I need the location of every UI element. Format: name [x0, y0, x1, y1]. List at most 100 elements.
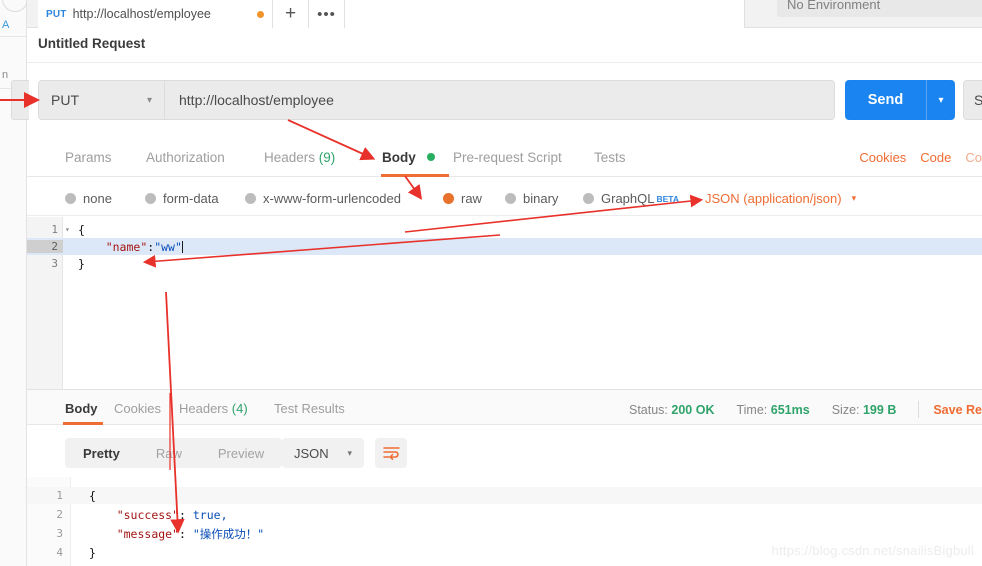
json-value: true,	[192, 507, 228, 522]
content-type-selector[interactable]: JSON (application/json) ▾	[705, 191, 856, 206]
url-bar: PUT ▾ http://localhost/employee	[38, 80, 835, 120]
save-response-button[interactable]: Save Re	[933, 403, 982, 417]
line-code: "name":"ww"	[63, 240, 183, 254]
wrap-lines-icon	[382, 447, 400, 460]
text-cursor	[181, 240, 183, 253]
wrap-lines-button[interactable]	[375, 438, 407, 468]
response-tab-test-results[interactable]: Test Results	[274, 401, 345, 416]
tab-headers[interactable]: Headers (9)	[264, 150, 335, 165]
comments-link[interactable]: Co	[965, 150, 982, 165]
response-section-tabs: Body Cookies Headers (4) Test Results St…	[27, 389, 982, 425]
body-type-binary-label: binary	[523, 191, 559, 206]
tab-params[interactable]: Params	[65, 150, 112, 165]
body-type-graphql[interactable]: GraphQL BETA	[583, 191, 679, 206]
body-type-form-data-label: form-data	[163, 191, 219, 206]
line-number: 4	[56, 546, 63, 559]
response-body-line-3: 3 "message": "操作成功！"	[27, 525, 982, 542]
watermark: https://blog.csdn.net/snailisBigbull	[771, 543, 974, 558]
request-title: Untitled Request	[38, 36, 146, 51]
response-tab-body-active-underline	[63, 422, 103, 425]
content-type-label: JSON (application/json)	[705, 191, 842, 206]
request-tab-put-employee[interactable]: PUT http://localhost/employee	[38, 0, 273, 28]
tab-tests[interactable]: Tests	[594, 150, 626, 165]
body-type-none[interactable]: none	[65, 191, 112, 206]
rail-circle-decoration	[2, 0, 28, 12]
unsaved-changes-dot-icon	[257, 10, 264, 18]
line-code: }	[78, 256, 85, 271]
line-number: 1	[51, 223, 58, 236]
body-type-urlencoded-label: x-www-form-urlencoded	[263, 191, 401, 206]
response-tab-headers[interactable]: Headers (4)	[179, 401, 248, 416]
response-format-selector[interactable]: JSON ▾	[282, 438, 364, 468]
request-body-line-3: 3 }	[27, 255, 982, 272]
send-button-label: Send	[867, 92, 904, 108]
tab-pre-request-script[interactable]: Pre-request Script	[453, 150, 562, 165]
send-options-chevron-down-icon[interactable]: ▾	[927, 95, 955, 106]
request-body-editor[interactable]: 1 ▾ { 2 "name":"ww" 3 }	[27, 217, 982, 389]
postman-window: A n PUT http://localhost/employee + ••• …	[0, 0, 982, 566]
response-toolbar: Pretty Raw Preview JSON ▾	[27, 432, 982, 476]
send-button[interactable]: Send ▾	[845, 80, 955, 120]
save-request-button[interactable]: Save	[963, 80, 982, 120]
size-meta: Size: 199 B	[832, 403, 897, 417]
request-body-line-1: 1 ▾ {	[27, 221, 982, 238]
response-view-mode-group: Pretty Raw Preview	[65, 438, 283, 468]
json-key: "success"	[116, 507, 180, 522]
tab-params-label: Params	[65, 150, 112, 165]
tab-url-label: http://localhost/employee	[72, 7, 211, 21]
request-section-tabs: Params Authorization Headers (9) Body Pr…	[27, 144, 982, 177]
json-value: "操作成功！"	[192, 526, 265, 541]
response-meta-bar: Status: 200 OK Time: 651ms Size: 199 B S…	[629, 401, 982, 418]
radio-icon	[505, 193, 516, 204]
tab-authorization[interactable]: Authorization	[146, 150, 225, 165]
line-code: }	[89, 545, 96, 560]
view-mode-pretty[interactable]: Pretty	[65, 446, 138, 461]
size-label: Size:	[831, 402, 860, 417]
response-tab-cookies[interactable]: Cookies	[114, 401, 161, 416]
meta-divider	[918, 401, 920, 418]
environment-label: No Environment	[787, 0, 881, 12]
tab-body-active-underline	[381, 174, 449, 177]
new-tab-button[interactable]: +	[273, 0, 309, 28]
chevron-down-icon: ▾	[146, 94, 152, 106]
graphql-beta-badge: BETA	[656, 193, 679, 204]
tab-body[interactable]: Body	[382, 150, 435, 165]
response-format-label: JSON	[294, 445, 329, 461]
http-method-selector[interactable]: PUT ▾	[39, 81, 165, 119]
json-key: "name"	[105, 239, 148, 254]
body-type-selector-row: none form-data x-www-form-urlencoded raw…	[27, 186, 982, 216]
time-label: Time:	[736, 402, 768, 417]
radio-icon	[145, 193, 156, 204]
json-colon: :	[179, 526, 193, 541]
tab-headers-label: Headers	[264, 150, 316, 165]
response-body-line-2: 2 "success": true,	[27, 506, 982, 523]
response-tab-body[interactable]: Body	[65, 401, 98, 416]
view-mode-preview[interactable]: Preview	[200, 446, 282, 461]
environment-selector[interactable]: No Environment ▾	[777, 0, 982, 17]
response-tab-cookies-label: Cookies	[114, 401, 161, 416]
tab-overflow-menu-icon[interactable]: •••	[309, 0, 345, 28]
request-right-links: Cookies Code Co	[859, 150, 982, 165]
line-code: "success": true,	[71, 508, 228, 522]
rail-item-top[interactable]: A	[0, 18, 27, 32]
code-link[interactable]: Code	[920, 150, 951, 165]
body-type-raw[interactable]: raw	[443, 191, 482, 206]
response-body-line-1: 1 {	[27, 487, 982, 504]
tab-tests-label: Tests	[594, 150, 626, 165]
body-type-urlencoded[interactable]: x-www-form-urlencoded	[245, 191, 401, 206]
view-mode-raw[interactable]: Raw	[138, 446, 200, 461]
url-input[interactable]: http://localhost/employee	[165, 81, 834, 119]
line-code: {	[89, 488, 96, 503]
body-type-raw-label: raw	[461, 191, 482, 206]
body-type-form-data[interactable]: form-data	[145, 191, 219, 206]
tab-body-label: Body	[382, 150, 416, 165]
body-type-binary[interactable]: binary	[505, 191, 558, 206]
chevron-down-icon: ▾	[851, 193, 857, 203]
radio-icon	[245, 193, 256, 204]
status-meta: Status: 200 OK	[629, 403, 715, 417]
cookies-link[interactable]: Cookies	[859, 150, 906, 165]
rail-divider	[0, 36, 27, 37]
fold-arrow-icon[interactable]: ▾	[65, 225, 70, 234]
radio-selected-icon	[443, 193, 454, 204]
radio-icon	[583, 193, 594, 204]
